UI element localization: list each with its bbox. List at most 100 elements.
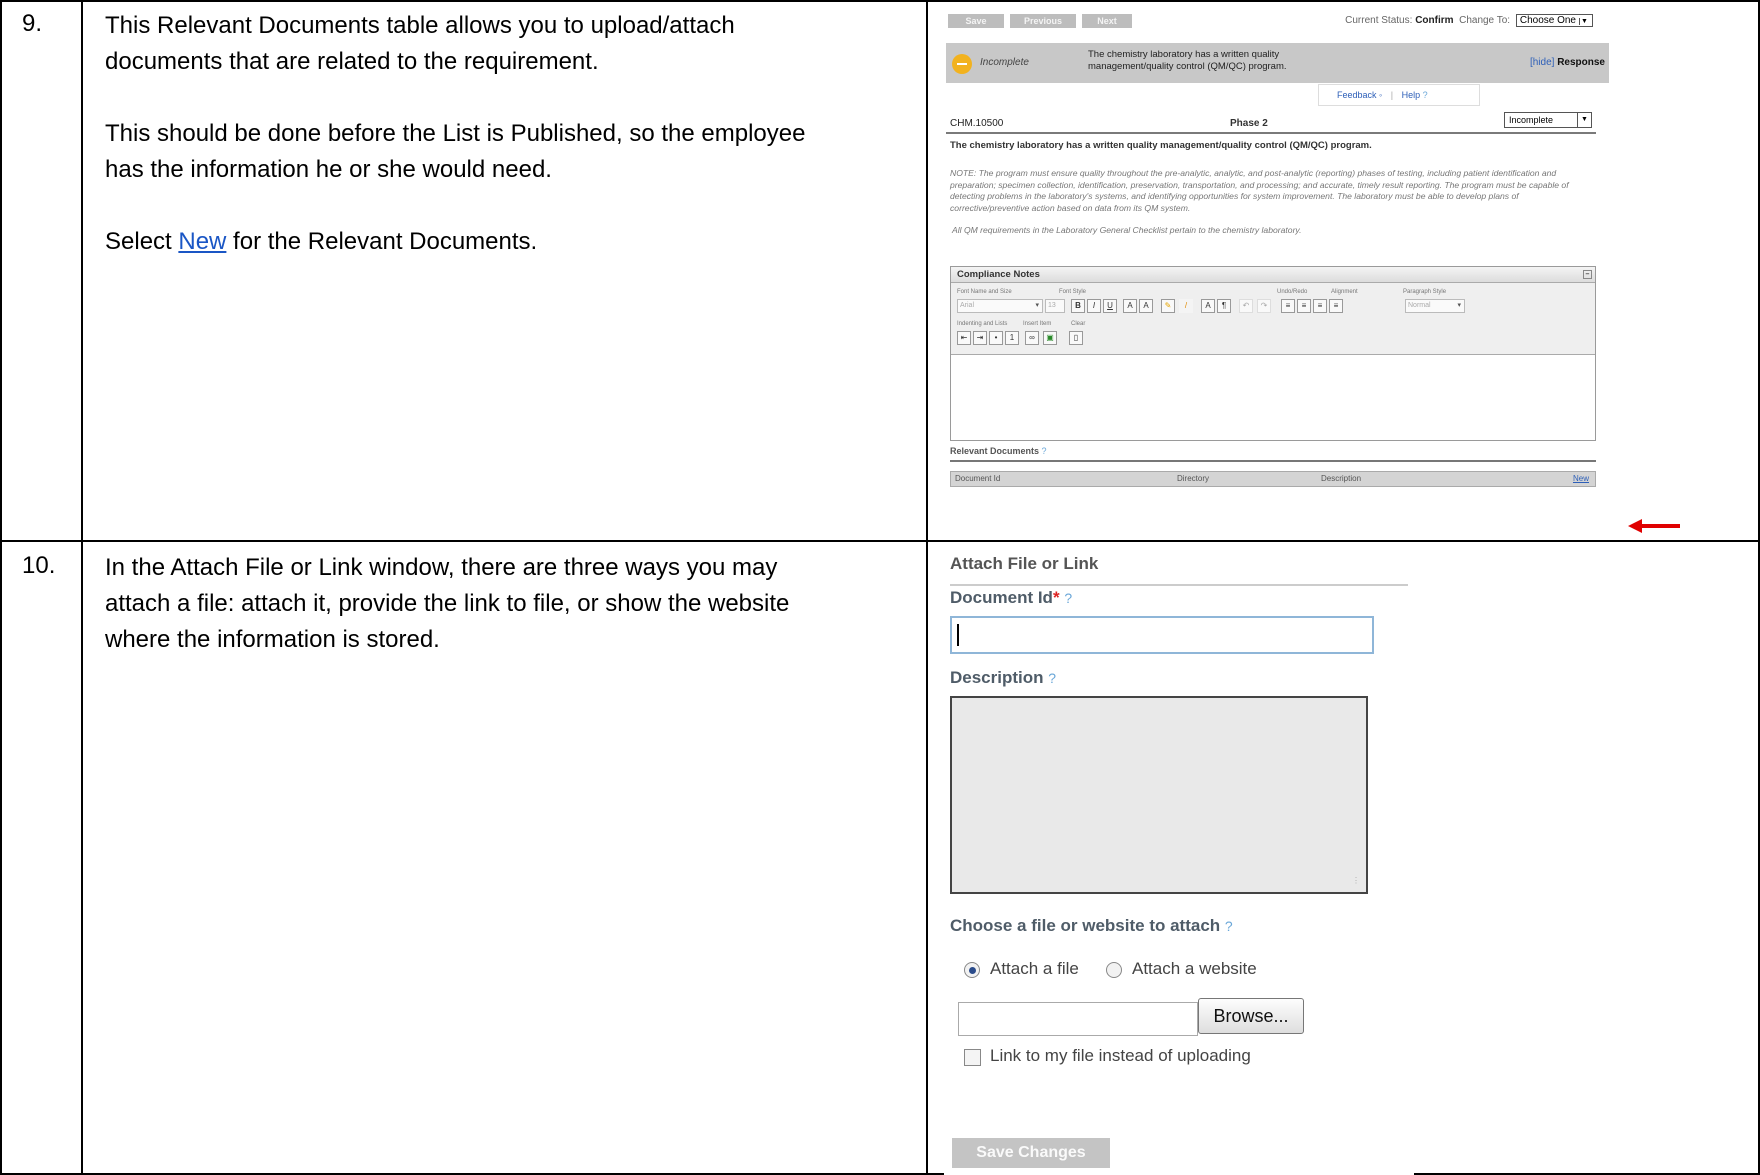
requirement-editor-screenshot: Save Previous Next Current Status: Confi…	[946, 10, 1609, 544]
attach-file-radio-label[interactable]: Attach a file	[990, 959, 1079, 979]
help-question-icon: ?	[1064, 590, 1073, 606]
bullet-list-icon[interactable]: •	[989, 331, 1003, 345]
document-id-label-text: Document Id	[950, 588, 1053, 607]
hide-response: [hide] Response	[1530, 57, 1605, 68]
status-select-value: Incomplete	[1509, 115, 1554, 125]
link-to-file-checkbox[interactable]	[964, 1049, 981, 1066]
choose-attach-label-text: Choose a file or website to attach	[950, 916, 1221, 935]
attach-file-radio[interactable]	[964, 962, 980, 978]
change-to-value: Choose One	[1519, 15, 1576, 26]
step-number-10: 10.	[22, 552, 56, 579]
file-path-input[interactable]	[958, 1002, 1198, 1036]
align-center-icon[interactable]: ≡	[1297, 299, 1311, 313]
help-link[interactable]: Help	[1402, 90, 1421, 100]
hide-link[interactable]: [hide]	[1530, 57, 1554, 68]
link-to-file-label[interactable]: Link to my file instead of uploading	[990, 1046, 1251, 1066]
align-right-icon[interactable]: ≡	[1313, 299, 1327, 313]
redo-icon[interactable]: ↷	[1257, 299, 1271, 313]
font-size-input[interactable]: 13	[1045, 299, 1065, 313]
step-9-select-suffix: for the Relevant Documents.	[226, 228, 538, 255]
indent-marker-icon[interactable]: A	[1201, 299, 1215, 313]
divider	[950, 460, 1596, 462]
current-status-value: Confirm	[1415, 15, 1454, 26]
text-caret	[957, 624, 959, 646]
column-header-description: Description	[1321, 474, 1362, 483]
subscript-button[interactable]: A	[1123, 299, 1137, 313]
step-10-line: In the Attach File or Link window, there…	[105, 554, 778, 581]
compliance-notes-header: Compliance Notes –	[951, 267, 1595, 283]
status-word: Incomplete	[980, 57, 1029, 68]
document-id-input[interactable]	[950, 616, 1374, 654]
document-id-label: Document Id* ?	[950, 588, 1072, 608]
collapse-icon[interactable]: –	[1583, 270, 1592, 279]
outdent-icon[interactable]: ⇤	[957, 331, 971, 345]
highlight-icon[interactable]: ✎	[1161, 299, 1175, 313]
response-label: Response	[1557, 57, 1605, 68]
insert-image-icon[interactable]: ▣	[1043, 331, 1057, 345]
insert-link-icon[interactable]: ∞	[1025, 331, 1039, 345]
attach-file-dialog: Attach File or Link Document Id* ? Descr…	[944, 546, 1414, 1175]
paragraph-mark-icon[interactable]: ¶	[1217, 299, 1231, 313]
numbered-list-icon[interactable]: 1	[1005, 331, 1019, 345]
status-select[interactable]: Incomplete ▼	[1504, 112, 1592, 128]
change-to-select[interactable]: Choose One ▼	[1515, 14, 1593, 27]
toolbar-group-label: Undo/Redo	[1277, 289, 1308, 295]
font-name-select[interactable]: Arial ▾	[957, 299, 1043, 313]
choose-attach-label: Choose a file or website to attach ?	[950, 916, 1233, 936]
step-10-line: where the information is stored.	[105, 626, 440, 653]
attach-website-radio[interactable]	[1106, 962, 1122, 978]
column-header-document-id: Document Id	[955, 474, 1001, 483]
align-justify-icon[interactable]: ≡	[1329, 299, 1343, 313]
description-label: Description ?	[950, 668, 1056, 688]
paragraph-style-select[interactable]: Normal ▾	[1405, 299, 1465, 313]
red-arrow-icon	[1628, 519, 1680, 533]
separator: |	[1390, 90, 1394, 100]
indent-icon[interactable]: ⇥	[973, 331, 987, 345]
italic-button[interactable]: I	[1087, 299, 1101, 313]
clear-trash-icon[interactable]: ▯	[1069, 331, 1083, 345]
incomplete-status-icon	[952, 54, 972, 74]
step-10-text: In the Attach File or Link window, there…	[105, 550, 905, 658]
help-question-icon: ?	[1048, 670, 1057, 686]
description-textarea[interactable]: ⋮	[950, 696, 1368, 894]
relevant-documents-table-header: Document Id Directory Description New	[950, 471, 1596, 487]
requirement-note: NOTE: The program must ensure quality th…	[950, 168, 1569, 213]
paragraph-style-value: Normal	[1408, 302, 1431, 309]
requirement-id-row: CHM.10500 Phase 2 Incomplete ▼	[946, 112, 1596, 134]
feedback-link[interactable]: Feedback	[1337, 90, 1377, 100]
toolbar-group-label: Font Name and Size	[957, 289, 1012, 295]
bold-button[interactable]: B	[1071, 299, 1085, 313]
toolbar-group-label: Alignment	[1331, 289, 1358, 295]
underline-button[interactable]: U	[1103, 299, 1117, 313]
save-changes-button[interactable]: Save Changes	[952, 1138, 1110, 1168]
save-button[interactable]: Save	[948, 14, 1004, 28]
step-9-line: has the information he or she would need…	[105, 156, 552, 183]
requirement-note-2: All QM requirements in the Laboratory Ge…	[952, 225, 1302, 235]
rich-text-toolbar: Font Name and Size Font Style Undo/Redo …	[951, 283, 1595, 355]
phase-label: Phase 2	[1230, 118, 1268, 129]
status-bar: Current Status: Confirm Change To: Choos…	[1345, 14, 1593, 27]
requirement-header: Incomplete The chemistry laboratory has …	[946, 43, 1609, 83]
next-button[interactable]: Next	[1082, 14, 1132, 28]
attach-website-radio-label[interactable]: Attach a website	[1132, 959, 1257, 979]
superscript-button[interactable]: A	[1139, 299, 1153, 313]
font-size-value: 13	[1048, 302, 1056, 309]
align-left-icon[interactable]: ≡	[1281, 299, 1295, 313]
chevron-down-icon: ▾	[1035, 302, 1039, 309]
font-name-value: Arial	[960, 302, 975, 309]
undo-icon[interactable]: ↶	[1239, 299, 1253, 313]
new-link[interactable]: New	[178, 228, 226, 255]
help-question-icon: ?	[1041, 446, 1047, 456]
resize-grip-icon[interactable]: ⋮	[1352, 877, 1362, 888]
new-document-link[interactable]: New	[1573, 472, 1589, 486]
browse-button[interactable]: Browse...	[1198, 998, 1304, 1034]
speech-bubble-icon: ◦	[1379, 90, 1383, 100]
previous-button[interactable]: Previous	[1010, 14, 1076, 28]
divider	[950, 584, 1408, 586]
text-color-icon[interactable]: /	[1179, 299, 1193, 313]
step-number-9: 9.	[22, 10, 43, 37]
help-question-icon: ?	[1224, 918, 1233, 934]
chevron-down-icon: ▾	[1457, 302, 1461, 309]
toolbar-group-label: Paragraph Style	[1403, 289, 1447, 295]
change-to-label: Change To:	[1459, 15, 1511, 26]
